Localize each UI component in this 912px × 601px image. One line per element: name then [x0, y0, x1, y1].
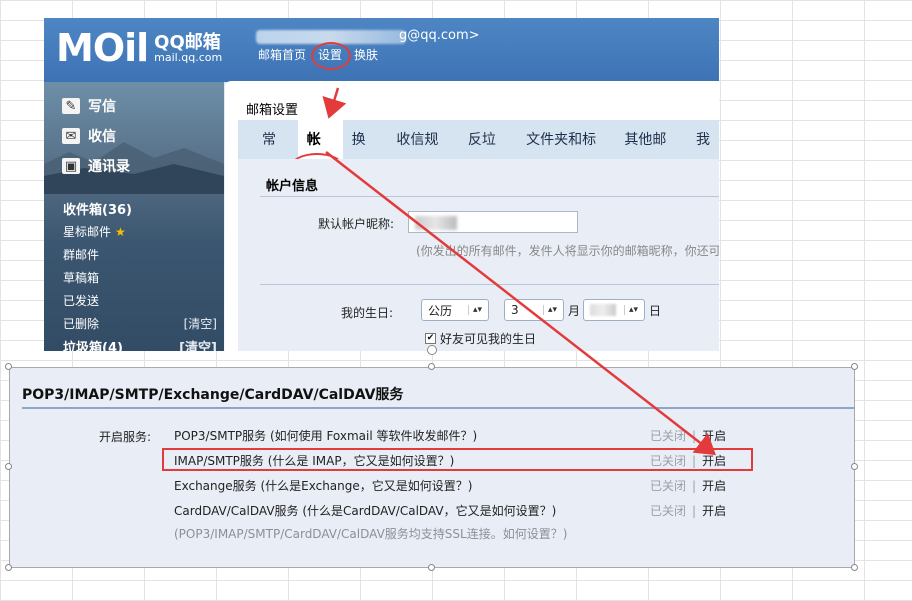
calendar-type-select[interactable]: 公历 ▴▾: [421, 299, 489, 321]
tab-antispam[interactable]: 反垃圾: [459, 120, 517, 188]
tab-more[interactable]: 我: [687, 120, 719, 159]
nickname-hint: (你发出的所有邮件，发件人将显示你的邮箱昵称，你还可: [416, 244, 719, 258]
checkbox-checked-icon: ✔: [425, 333, 436, 344]
pencil-icon: ✎: [62, 98, 80, 114]
resize-handle-bl[interactable]: [5, 564, 12, 571]
folder-drafts[interactable]: 草稿箱: [63, 266, 223, 289]
envelope-icon: ✉: [62, 128, 80, 144]
receive-button[interactable]: ✉ 收信: [62, 126, 116, 146]
settings-panel: 邮箱设置 常规 帐户 换肤 收信规则 反垃圾 文件夹和标签 其他邮箱 我 帐户信…: [225, 81, 719, 351]
tab-folders-labels[interactable]: 文件夹和标签: [517, 120, 615, 188]
resize-handle-br[interactable]: [851, 564, 858, 571]
birthday-label: 我的生日:: [341, 306, 394, 320]
account-section: 帐户信息 默认帐户昵称: (你发出的所有邮件，发件人将显示你的邮箱昵称，你还可 …: [238, 159, 719, 351]
resize-handle-r[interactable]: [851, 463, 858, 470]
tab-general[interactable]: 常规: [253, 120, 298, 188]
settings-screenshot: MOil QQ邮箱 mail.qq.com g@qq.com> 邮箱首页 设置 …: [44, 18, 719, 351]
logo-name: QQ邮箱: [154, 31, 221, 53]
tab-other-mailboxes[interactable]: 其他邮箱: [615, 120, 687, 188]
section-divider: [260, 196, 719, 197]
folder-group[interactable]: 群邮件: [63, 243, 223, 266]
section-title: 帐户信息: [266, 179, 319, 194]
blurred-day: [590, 304, 616, 316]
row-divider: [260, 284, 719, 285]
clear-deleted-link[interactable]: [清空]: [184, 315, 223, 332]
birthday-visible-checkbox[interactable]: ✔ 好友可见我的生日: [425, 330, 536, 347]
resize-handle-tr[interactable]: [851, 363, 858, 370]
settings-highlight-circle: [311, 42, 351, 70]
folder-spam[interactable]: 垃圾箱(4) [清空]: [63, 335, 223, 351]
birthday-day-select[interactable]: ▴▾: [583, 299, 645, 321]
nav-skin-link[interactable]: 换肤: [354, 46, 378, 63]
qq-mail-logo[interactable]: MOil QQ邮箱 mail.qq.com: [56, 24, 222, 68]
settings-title: 邮箱设置: [246, 103, 299, 118]
updown-arrow-icon: ▴▾: [467, 305, 482, 315]
resize-handle-l[interactable]: [5, 463, 12, 470]
folder-deleted[interactable]: 已删除 [清空]: [63, 312, 223, 335]
nav-home-link[interactable]: 邮箱首页: [258, 46, 306, 63]
folder-list: 收件箱(36) 星标邮件 ★ 群邮件 草稿箱 已发送 已删除 [清空] 垃圾箱(4…: [63, 197, 223, 351]
tab-skin[interactable]: 换肤: [343, 120, 388, 188]
folder-sent[interactable]: 已发送: [63, 289, 223, 312]
logo-mark: MOil: [56, 26, 149, 70]
nickname-label: 默认帐户昵称:: [318, 217, 395, 231]
star-icon: ★: [115, 225, 126, 239]
nickname-input[interactable]: [408, 211, 578, 233]
logo-domain: mail.qq.com: [154, 51, 223, 65]
resize-handle-t[interactable]: [428, 363, 435, 370]
updown-arrow-icon: ▴▾: [542, 305, 557, 315]
birthday-month-select[interactable]: 3 ▴▾: [504, 299, 564, 321]
selection-frame: [9, 367, 855, 568]
tab-rules[interactable]: 收信规则: [387, 120, 459, 188]
user-email: g@qq.com>: [399, 28, 480, 43]
contacts-button[interactable]: ▣ 通讯录: [62, 156, 130, 176]
folder-starred[interactable]: 星标邮件 ★: [63, 220, 223, 243]
month-unit: 月: [568, 304, 581, 318]
contacts-icon: ▣: [62, 158, 80, 174]
sidebar: ✎ 写信 ✉ 收信 ▣ 通讯录 收件箱(36) 星标邮件 ★ 群邮件 草稿箱 已…: [44, 82, 224, 351]
rotate-handle[interactable]: [427, 345, 437, 355]
resize-handle-tl[interactable]: [5, 363, 12, 370]
day-unit: 日: [649, 304, 662, 318]
folder-inbox[interactable]: 收件箱(36): [63, 197, 223, 220]
clear-spam-link[interactable]: [清空]: [179, 337, 223, 351]
blurred-nickname: [415, 216, 457, 230]
updown-arrow-icon: ▴▾: [623, 305, 638, 315]
mail-header: MOil QQ邮箱 mail.qq.com g@qq.com> 邮箱首页 设置 …: [44, 18, 719, 82]
resize-handle-b[interactable]: [428, 564, 435, 571]
compose-button[interactable]: ✎ 写信: [62, 96, 116, 116]
